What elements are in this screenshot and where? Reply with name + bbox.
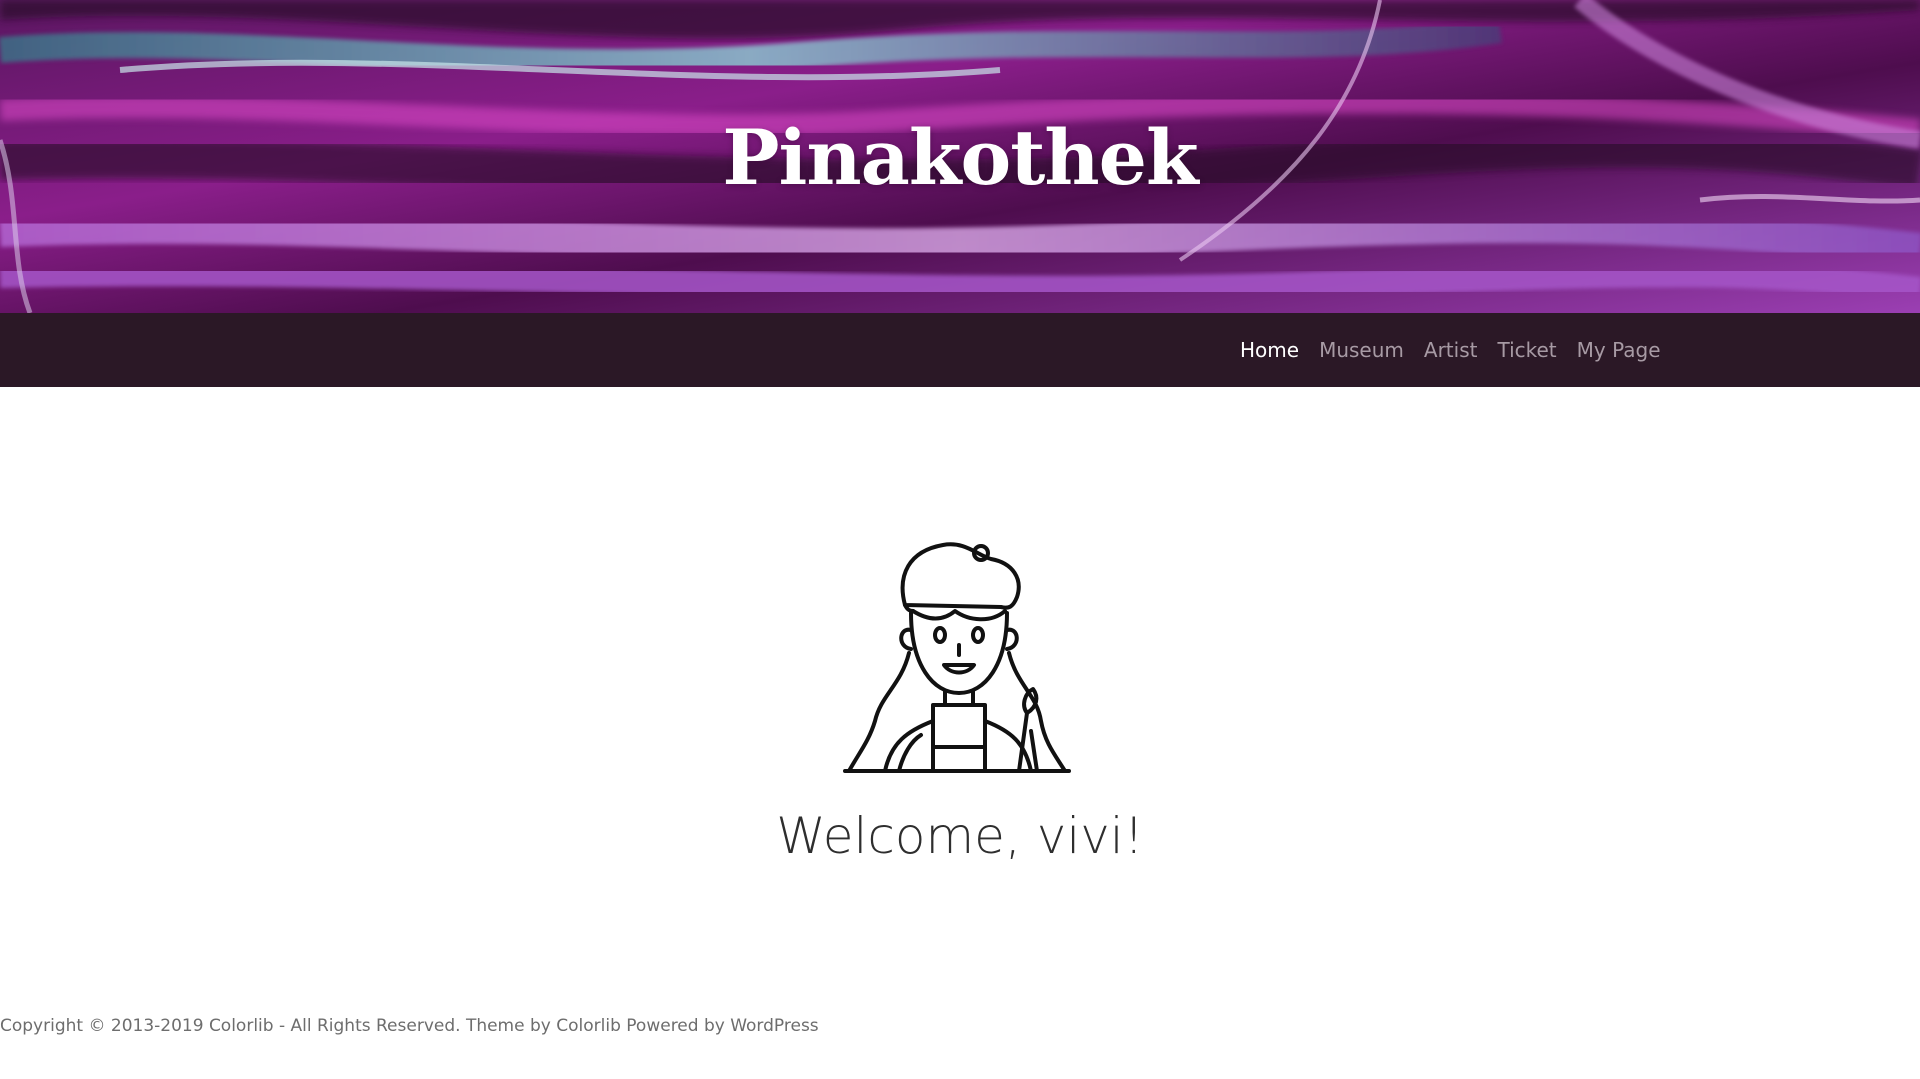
nav-item-artist[interactable]: Artist xyxy=(1424,338,1478,362)
nav-menu: Home Museum Artist Ticket My Page xyxy=(1240,313,1681,387)
main-navigation: Home Museum Artist Ticket My Page xyxy=(0,313,1920,387)
nav-item-home[interactable]: Home xyxy=(1240,338,1299,362)
welcome-message: Welcome, vivi! xyxy=(776,807,1144,865)
nav-item-my-page[interactable]: My Page xyxy=(1577,338,1661,362)
footer-powered-text: Powered by xyxy=(626,1016,725,1036)
site-footer: Copyright © 2013-2019 Colorlib - All Rig… xyxy=(0,1016,819,1036)
artist-avatar-icon xyxy=(843,542,1071,773)
hero-banner: Pinakothek xyxy=(0,0,1920,313)
nav-item-ticket[interactable]: Ticket xyxy=(1497,338,1556,362)
footer-copyright: Copyright © 2013-2019 Colorlib - All Rig… xyxy=(0,1016,551,1036)
footer-wordpress-link[interactable]: WordPress xyxy=(730,1016,818,1036)
footer-theme-link[interactable]: Colorlib xyxy=(556,1016,621,1036)
nav-item-museum[interactable]: Museum xyxy=(1319,338,1404,362)
site-title[interactable]: Pinakothek xyxy=(0,108,1920,208)
